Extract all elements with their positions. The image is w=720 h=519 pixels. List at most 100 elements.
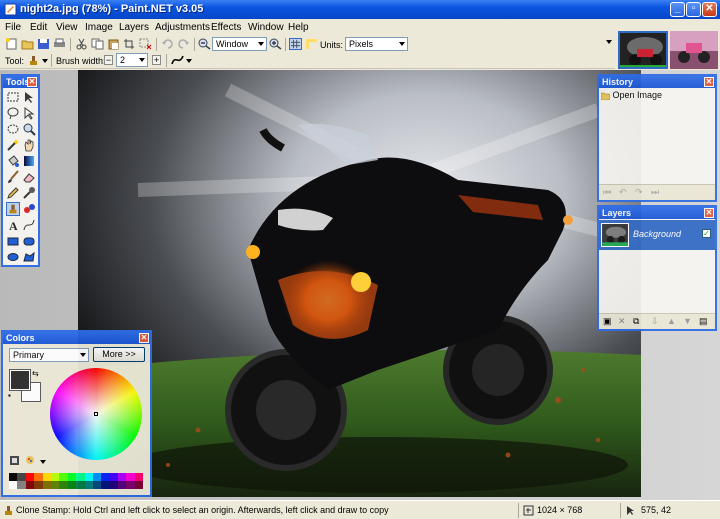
- palette-swatch[interactable]: [9, 481, 18, 489]
- palette-swatch[interactable]: [50, 481, 60, 489]
- palette-swatch[interactable]: [101, 473, 110, 481]
- menu-help[interactable]: Help: [288, 22, 309, 33]
- minimize-button[interactable]: _: [670, 2, 685, 17]
- palette-swatch[interactable]: [67, 473, 77, 481]
- palette-swatch[interactable]: [17, 473, 26, 481]
- history-redo-icon[interactable]: ↷: [635, 187, 643, 198]
- palette-swatch[interactable]: [118, 473, 127, 481]
- undo-icon[interactable]: [161, 38, 174, 50]
- zoom-tool-icon[interactable]: [22, 122, 36, 136]
- menu-window[interactable]: Window: [248, 22, 284, 33]
- toolbar-overflow-icon[interactable]: [606, 40, 612, 44]
- palette-swatch[interactable]: [92, 473, 102, 481]
- menu-file[interactable]: File: [5, 22, 21, 33]
- layers-close-button[interactable]: ✕: [704, 208, 714, 218]
- history-item-open-image[interactable]: Open Image: [600, 90, 662, 101]
- add-palette-color-icon[interactable]: [9, 455, 20, 466]
- copy-icon[interactable]: [91, 38, 104, 50]
- palette-swatch[interactable]: [76, 481, 85, 489]
- open-folder-icon[interactable]: [21, 38, 34, 50]
- units-select[interactable]: Pixels: [345, 37, 408, 51]
- merge-layer-icon[interactable]: ⇩: [651, 316, 659, 327]
- menu-adjustments[interactable]: Adjustments: [155, 22, 210, 33]
- move-layer-down-icon[interactable]: ▼: [683, 316, 692, 326]
- palette-swatch[interactable]: [34, 473, 43, 481]
- palette-swatch[interactable]: [76, 473, 85, 481]
- palette-swatch[interactable]: [17, 481, 26, 489]
- thumbnail-night2a[interactable]: [618, 31, 668, 69]
- magic-wand-icon[interactable]: [6, 138, 20, 152]
- gradient-icon[interactable]: [22, 154, 36, 168]
- paintbrush-icon[interactable]: [6, 170, 20, 184]
- menu-layers[interactable]: Layers: [119, 22, 149, 33]
- grid-icon[interactable]: [289, 38, 302, 50]
- rectangle-select-icon[interactable]: [6, 90, 20, 104]
- deselect-icon[interactable]: [139, 38, 152, 50]
- menu-effects[interactable]: Effects: [211, 22, 241, 33]
- more-colors-button[interactable]: More >>: [93, 347, 145, 362]
- history-undo-icon[interactable]: ↶: [619, 187, 627, 198]
- primary-color-swatch[interactable]: [9, 369, 31, 391]
- zoom-out-icon[interactable]: [198, 38, 211, 50]
- palette-swatch[interactable]: [134, 473, 144, 481]
- move-selected-icon[interactable]: [22, 106, 36, 120]
- palette-swatch[interactable]: [109, 481, 119, 489]
- save-icon[interactable]: [37, 38, 50, 50]
- ellipse-select-icon[interactable]: [6, 122, 20, 136]
- brush-width-input[interactable]: 2: [116, 53, 148, 67]
- palette-swatch[interactable]: [50, 473, 60, 481]
- lasso-select-icon[interactable]: [6, 106, 20, 120]
- line-curve-icon[interactable]: [22, 218, 36, 232]
- palette-swatch[interactable]: [67, 481, 77, 489]
- image-canvas[interactable]: [78, 70, 641, 497]
- palette-swatch[interactable]: [109, 473, 119, 481]
- palette-swatch[interactable]: [118, 481, 127, 489]
- palette-swatch[interactable]: [126, 481, 135, 489]
- cut-icon[interactable]: [75, 38, 88, 50]
- delete-layer-icon[interactable]: ✕: [618, 316, 626, 327]
- swap-colors-icon[interactable]: ⇆: [32, 369, 39, 378]
- antialiasing-dropdown-icon[interactable]: [186, 59, 192, 63]
- new-file-icon[interactable]: [5, 38, 18, 50]
- palette-swatch[interactable]: [126, 473, 135, 481]
- ellipse-shape-icon[interactable]: [6, 250, 20, 264]
- palette-swatch[interactable]: [84, 481, 93, 489]
- history-last-icon[interactable]: ⏭: [651, 187, 659, 198]
- colors-close-button[interactable]: ✕: [139, 333, 149, 343]
- move-selection-icon[interactable]: [22, 90, 36, 104]
- palette-dropdown-icon[interactable]: [40, 460, 46, 464]
- tools-close-button[interactable]: ✕: [27, 77, 37, 87]
- color-wheel-cursor[interactable]: [94, 412, 98, 416]
- palette-swatch[interactable]: [84, 473, 93, 481]
- rounded-rectangle-icon[interactable]: [22, 234, 36, 248]
- add-layer-icon[interactable]: ▣: [603, 316, 612, 327]
- palette-swatch[interactable]: [42, 473, 51, 481]
- palette-swatch[interactable]: [9, 473, 18, 481]
- palette-swatch[interactable]: [25, 481, 35, 489]
- clone-stamp-tool-icon[interactable]: [27, 54, 40, 66]
- rectangle-shape-icon[interactable]: [6, 234, 20, 248]
- freeform-shape-icon[interactable]: [22, 250, 36, 264]
- brush-decrease-button[interactable]: −: [104, 55, 113, 65]
- thumbnail-second-image[interactable]: [670, 31, 718, 69]
- text-tool-icon[interactable]: A: [6, 218, 20, 232]
- layer-row-background[interactable]: Background ✓: [599, 220, 715, 250]
- palette-swatch[interactable]: [59, 481, 68, 489]
- crop-icon[interactable]: [123, 38, 136, 50]
- tool-dropdown-icon[interactable]: [42, 59, 48, 63]
- history-first-icon[interactable]: ⏮: [603, 187, 611, 198]
- palette-swatch[interactable]: [25, 473, 35, 481]
- layer-properties-icon[interactable]: ▤: [699, 316, 708, 327]
- menu-edit[interactable]: Edit: [30, 22, 47, 33]
- reset-colors-icon[interactable]: ▪: [8, 391, 11, 400]
- close-button[interactable]: ✕: [702, 2, 717, 17]
- palette-swatch[interactable]: [42, 481, 51, 489]
- paint-bucket-icon[interactable]: [6, 154, 20, 168]
- history-close-button[interactable]: ✕: [704, 77, 714, 87]
- antialiasing-icon[interactable]: [171, 54, 184, 66]
- color-mode-select[interactable]: Primary: [9, 348, 89, 362]
- palette-swatch[interactable]: [59, 473, 68, 481]
- palette-menu-icon[interactable]: [25, 455, 36, 466]
- duplicate-layer-icon[interactable]: ⧉: [633, 316, 639, 327]
- redo-icon[interactable]: [177, 38, 190, 50]
